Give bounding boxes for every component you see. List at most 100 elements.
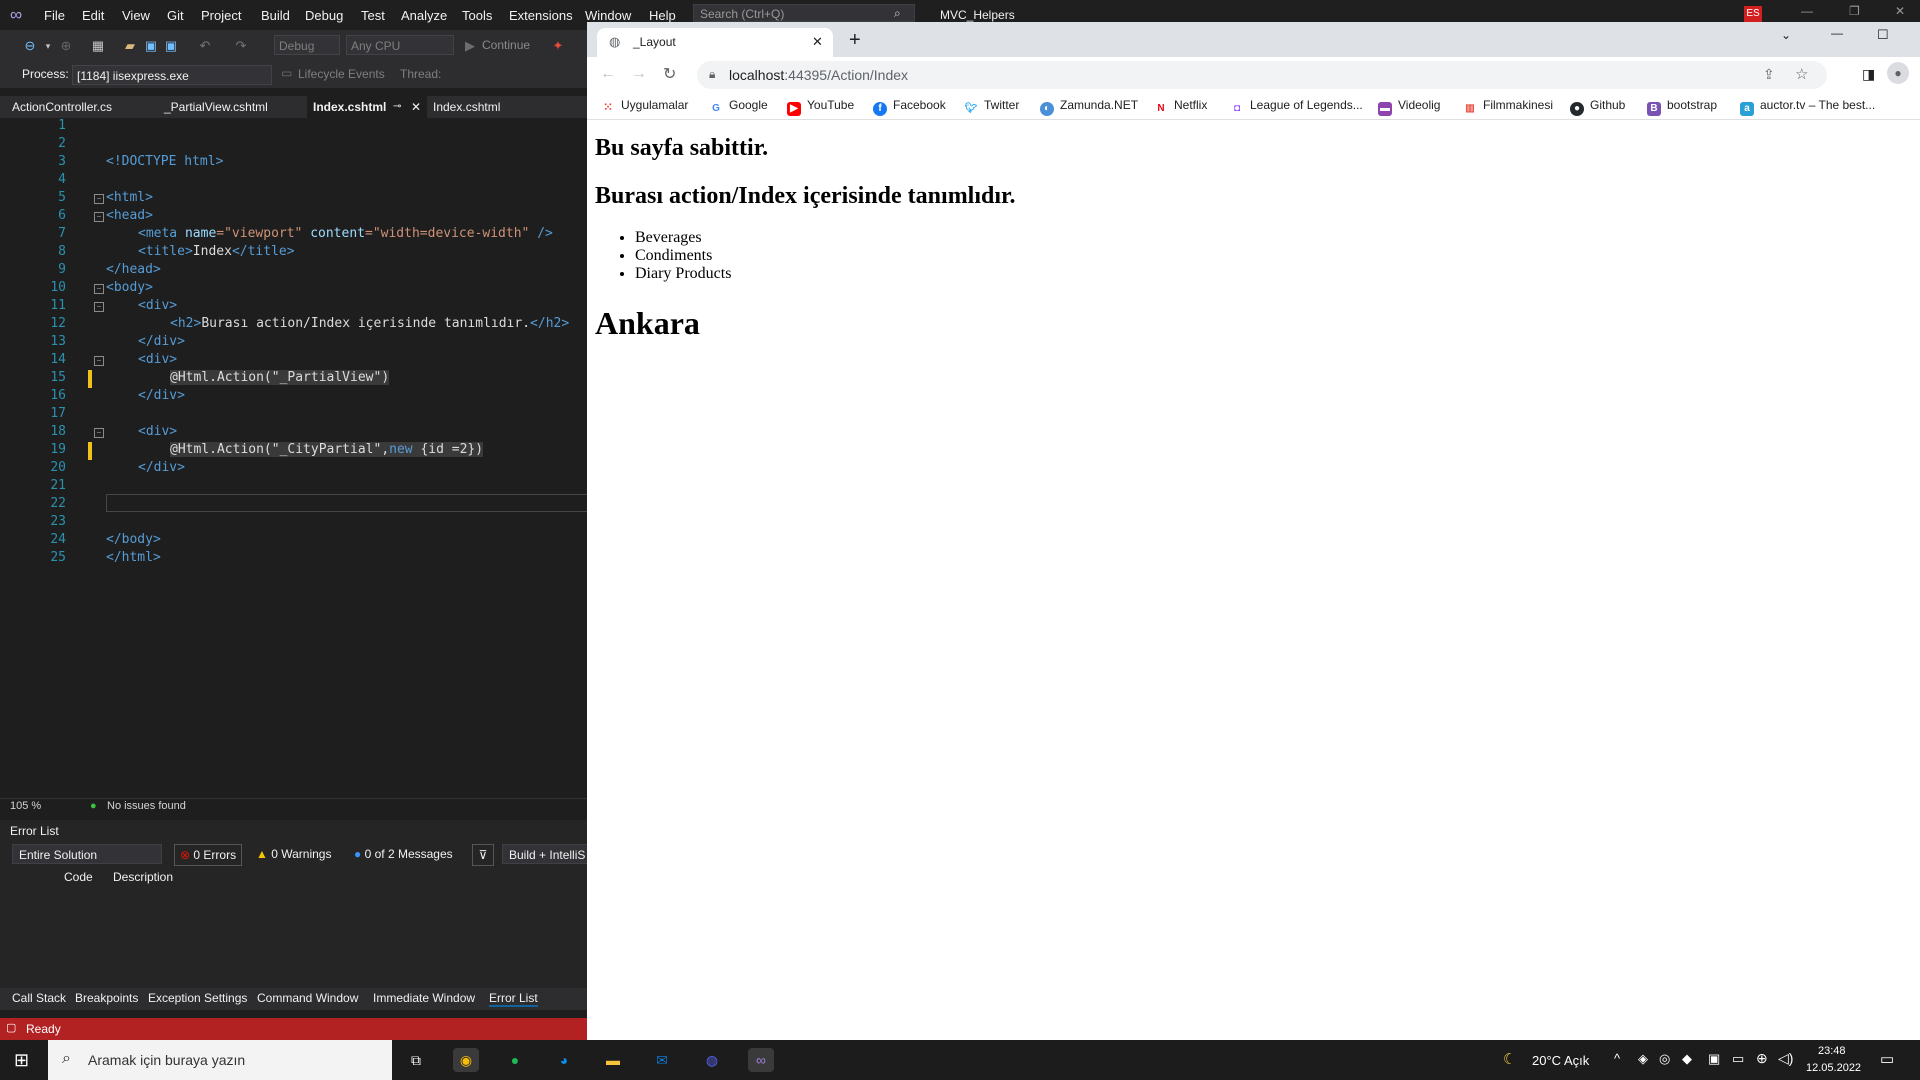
bookmark-star-icon[interactable]: ☆: [1795, 65, 1808, 83]
reload-icon[interactable]: ↻: [663, 64, 676, 84]
bookmark-filmmakinesi[interactable]: ▥ Filmmakinesi: [1463, 98, 1553, 116]
visual-studio-app-icon[interactable]: ∞: [748, 1048, 774, 1072]
save-icon[interactable]: ▣: [143, 38, 159, 54]
close-tab-icon[interactable]: ✕: [812, 34, 823, 50]
tab-partial-view[interactable]: _PartialView.cshtml: [158, 96, 274, 118]
user-avatar[interactable]: ES: [1744, 6, 1762, 22]
network-globe-icon[interactable]: ⊕: [1756, 1050, 1768, 1067]
new-project-icon[interactable]: ▦: [90, 38, 106, 54]
taskbar-search-box[interactable]: ⌕ Aramak için buraya yazın: [48, 1040, 392, 1080]
close-window-icon[interactable]: ✕: [1895, 4, 1905, 18]
chrome-app-icon[interactable]: ◉: [453, 1048, 479, 1072]
share-icon[interactable]: ⇪: [1763, 66, 1775, 83]
chevron-up-icon[interactable]: ^: [1614, 1051, 1620, 1066]
build-intellisense-select[interactable]: Build + IntelliS: [502, 844, 587, 864]
hot-reload-icon[interactable]: ✦: [550, 38, 566, 54]
tray-app-icon[interactable]: ▣: [1708, 1051, 1720, 1067]
lifecycle-events-button[interactable]: Lifecycle Events: [298, 67, 385, 81]
new-tab-icon[interactable]: +: [849, 29, 861, 52]
menu-window[interactable]: Window: [585, 8, 631, 23]
visual-studio-logo-icon[interactable]: ∞: [10, 6, 32, 24]
open-folder-icon[interactable]: ▰: [122, 38, 138, 54]
filter-icon[interactable]: ⊽: [472, 844, 494, 866]
issues-status[interactable]: No issues found: [107, 800, 186, 812]
redo-icon[interactable]: ↷: [233, 38, 249, 54]
battery-icon[interactable]: ▭: [1732, 1051, 1744, 1067]
play-icon[interactable]: ▶: [462, 38, 478, 54]
navigate-forward-icon[interactable]: ⊕: [58, 38, 74, 54]
bookmark-youtube[interactable]: ▶ YouTube: [787, 98, 854, 116]
back-icon[interactable]: ←: [600, 65, 616, 83]
bookmark-netflix[interactable]: N Netflix: [1154, 98, 1207, 116]
menu-build[interactable]: Build: [261, 8, 290, 23]
notifications-icon[interactable]: ▭: [1880, 1050, 1894, 1068]
bookmark-apps[interactable]: ⁙ Uygulamalar: [601, 98, 688, 114]
menu-view[interactable]: View: [122, 8, 150, 23]
menu-edit[interactable]: Edit: [82, 8, 104, 23]
minimize-icon[interactable]: —: [1801, 4, 1813, 18]
bookmark-auctor[interactable]: a auctor.tv – The best...: [1740, 98, 1875, 116]
tab-search-icon[interactable]: ⌄: [1781, 28, 1791, 42]
solution-platform-select[interactable]: Any CPU: [346, 35, 454, 55]
bookmark-google[interactable]: G Google: [709, 98, 768, 116]
tray-app-icon[interactable]: ◎: [1659, 1051, 1670, 1067]
forward-icon[interactable]: →: [631, 65, 647, 83]
bookmark-facebook[interactable]: f Facebook: [873, 98, 946, 116]
collapse-icon[interactable]: −: [94, 356, 104, 366]
tray-app-icon[interactable]: ◈: [1638, 1051, 1648, 1067]
profile-icon[interactable]: ●: [1887, 62, 1909, 84]
vs-search-box[interactable]: Search (Ctrl+Q) ⌕: [693, 4, 915, 22]
task-view-icon[interactable]: ⧉: [403, 1048, 429, 1072]
zoom-level-select[interactable]: 105 %: [10, 800, 41, 812]
bookmark-league-of-legends[interactable]: ◘ League of Legends...: [1230, 98, 1363, 116]
menu-file[interactable]: File: [44, 8, 65, 23]
bookmark-videolig[interactable]: ▬ Videolig: [1378, 98, 1440, 116]
bookmark-zamunda[interactable]: ◐ Zamunda.NET: [1040, 98, 1138, 116]
solution-configuration-select[interactable]: Debug: [274, 35, 340, 55]
tab-action-controller[interactable]: ActionController.cs: [6, 96, 118, 118]
bookmark-github[interactable]: ● Github: [1570, 98, 1625, 116]
lifecycle-events-icon[interactable]: ▭: [281, 66, 292, 80]
tab-error-list[interactable]: Error List: [489, 991, 538, 1007]
tab-index[interactable]: Index.cshtml: [427, 96, 506, 118]
column-header-code[interactable]: Code: [64, 870, 93, 884]
menu-tools[interactable]: Tools: [462, 8, 492, 23]
errors-filter-button[interactable]: ⊗ 0 Errors: [174, 844, 243, 866]
scope-select[interactable]: Entire Solution: [12, 844, 162, 864]
browser-tab[interactable]: ◍ _Layout ✕: [597, 28, 833, 57]
menu-test[interactable]: Test: [361, 8, 385, 23]
messages-filter-button[interactable]: ● 0 of 2 Messages: [354, 844, 453, 864]
menu-debug[interactable]: Debug: [305, 8, 343, 23]
menu-analyze[interactable]: Analyze: [401, 8, 447, 23]
minimize-icon[interactable]: —: [1831, 26, 1843, 40]
address-bar[interactable]: 🔒︎ localhost:44395/Action/Index ⇪ ☆: [697, 61, 1827, 89]
tab-immediate-window[interactable]: Immediate Window: [373, 991, 475, 1005]
undo-icon[interactable]: ↶: [197, 38, 213, 54]
discord-app-icon[interactable]: ◍: [699, 1048, 725, 1072]
code-editor[interactable]: 1 2 3 4 5 6 7 8 9 10 11 12 13 14 15 16 1…: [0, 118, 587, 798]
warnings-filter-button[interactable]: ▲ 0 Warnings: [256, 844, 331, 864]
maximize-icon[interactable]: ☐: [1877, 27, 1889, 43]
windows-start-icon[interactable]: ⊞: [14, 1050, 29, 1071]
collapse-icon[interactable]: −: [94, 212, 104, 222]
tab-breakpoints[interactable]: Breakpoints: [75, 991, 138, 1005]
menu-help[interactable]: Help: [649, 8, 676, 23]
close-tab-icon[interactable]: ✕: [411, 96, 421, 118]
save-all-icon[interactable]: ▣: [163, 38, 179, 54]
clock-date[interactable]: 12.05.2022: [1806, 1062, 1861, 1074]
clock-time[interactable]: 23:48: [1818, 1045, 1846, 1057]
side-panel-icon[interactable]: ◨: [1862, 66, 1875, 83]
process-select[interactable]: [1184] iisexpress.exe: [72, 65, 272, 85]
collapse-icon[interactable]: −: [94, 284, 104, 294]
weather-moon-icon[interactable]: ☾: [1503, 1050, 1516, 1068]
restore-icon[interactable]: ❐: [1849, 4, 1860, 18]
volume-icon[interactable]: ◁): [1778, 1050, 1793, 1067]
tab-call-stack[interactable]: Call Stack: [12, 991, 66, 1005]
menu-extensions[interactable]: Extensions: [509, 8, 573, 23]
mail-app-icon[interactable]: ✉: [649, 1048, 675, 1072]
tab-exception-settings[interactable]: Exception Settings: [148, 991, 247, 1005]
column-header-description[interactable]: Description: [113, 870, 173, 884]
navigate-back-icon[interactable]: ⊖: [22, 38, 38, 54]
weather-text[interactable]: 20°C Açık: [1532, 1053, 1589, 1068]
collapse-icon[interactable]: −: [94, 194, 104, 204]
